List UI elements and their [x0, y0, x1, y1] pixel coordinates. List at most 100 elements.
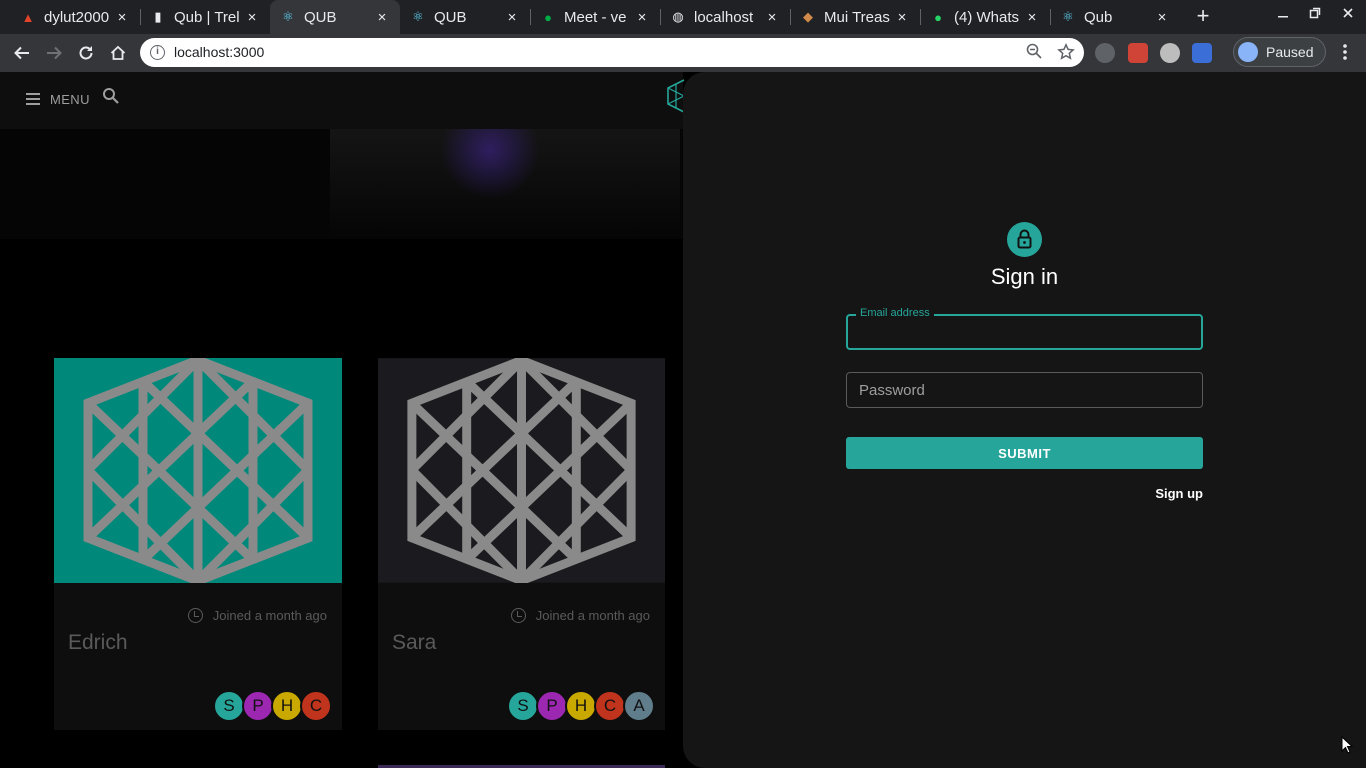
- browser-menu-button[interactable]: [1335, 41, 1355, 65]
- member-avatar[interactable]: H: [565, 690, 597, 722]
- tab-close-button[interactable]: ×: [242, 9, 262, 26]
- email-field[interactable]: Email address: [846, 307, 1203, 350]
- browser-tab[interactable]: ◍ localhost ×: [660, 0, 790, 34]
- profile-avatar-icon: [1238, 42, 1258, 62]
- mouse-cursor-icon: [1341, 736, 1353, 754]
- meet-icon: ●: [544, 9, 552, 25]
- extension-1-icon[interactable]: [1095, 43, 1115, 63]
- tab-title: Qub: [1084, 8, 1113, 26]
- restore-window-button[interactable]: [1303, 6, 1327, 22]
- lock-icon: [1017, 229, 1032, 249]
- app-bar: MENU: [0, 72, 685, 129]
- tab-title: QUB: [304, 8, 337, 26]
- member-card[interactable]: Joined a month ago Sara ACHPS: [378, 358, 665, 730]
- member-avatar[interactable]: A: [623, 690, 655, 722]
- hamburger-icon: [26, 90, 40, 108]
- browser-tab[interactable]: ◆ Mui Treas ×: [790, 0, 920, 34]
- close-icon: [1343, 8, 1353, 18]
- app-page: MENU Joined a month ago Edrich C H P S J…: [0, 72, 1366, 768]
- tab-close-button[interactable]: ×: [762, 9, 782, 26]
- browser-tab[interactable]: ● (4) Whats ×: [920, 0, 1050, 34]
- signin-title: Sign in: [990, 264, 1059, 289]
- close-window-button[interactable]: [1336, 6, 1360, 22]
- mui-icon: ◆: [803, 9, 813, 24]
- tab-title: QUB: [434, 8, 467, 26]
- member-avatar[interactable]: S: [213, 690, 245, 722]
- avatar-group: ACHPS: [507, 690, 655, 722]
- menu-button[interactable]: MENU: [26, 88, 90, 110]
- joined-text: Joined a month ago: [212, 608, 327, 623]
- tab-separator: [530, 9, 531, 25]
- reload-button[interactable]: [74, 41, 98, 65]
- menu-label: MENU: [50, 91, 90, 107]
- browser-tab[interactable]: ▲ dylut2000 ×: [10, 0, 140, 34]
- browser-tab[interactable]: ▮ Qub | Trel ×: [140, 0, 270, 34]
- member-avatar[interactable]: P: [242, 690, 274, 722]
- extension-3-icon[interactable]: [1160, 43, 1180, 63]
- arrow-right-icon: [47, 46, 62, 60]
- member-avatar[interactable]: C: [300, 690, 332, 722]
- back-button[interactable]: [10, 41, 34, 65]
- react-icon: ⚛: [1062, 9, 1074, 24]
- browser-tab[interactable]: ⚛ Qub ×: [1050, 0, 1180, 34]
- password-field[interactable]: [846, 372, 1203, 408]
- member-name: Sara: [392, 631, 437, 654]
- browser-tab[interactable]: ⚛ QUB ×: [400, 0, 530, 34]
- tab-close-button[interactable]: ×: [502, 9, 522, 26]
- tab-separator: [660, 9, 661, 25]
- tab-close-button[interactable]: ×: [1152, 9, 1172, 26]
- zoom-icon[interactable]: [1026, 43, 1042, 63]
- home-icon: [110, 45, 126, 60]
- globe-icon: ◍: [672, 9, 684, 24]
- browser-tab[interactable]: ● Meet - ve ×: [530, 0, 660, 34]
- member-avatar[interactable]: H: [271, 690, 303, 722]
- member-card[interactable]: Joined a month ago Edrich CHPS: [54, 358, 342, 730]
- member-name: Edrich: [68, 631, 128, 654]
- profile-button[interactable]: Paused: [1233, 37, 1326, 67]
- joined-info: Joined a month ago: [510, 608, 650, 623]
- tab-title: localhost: [694, 8, 754, 26]
- search-button[interactable]: [102, 87, 122, 107]
- react-icon: ⚛: [412, 9, 424, 24]
- avatar-group: CHPS: [213, 690, 332, 722]
- minimize-window-button[interactable]: [1271, 6, 1295, 22]
- home-button[interactable]: [106, 41, 130, 65]
- submit-button[interactable]: SUBMIT: [846, 437, 1203, 469]
- browser-tab[interactable]: ⚛ QUB ×: [270, 0, 400, 34]
- tab-close-button[interactable]: ×: [372, 9, 392, 26]
- tab-title: (4) Whats: [954, 8, 1020, 26]
- trello-icon: ▮: [154, 9, 162, 24]
- card-logo-image: [54, 358, 342, 583]
- joined-text: Joined a month ago: [535, 608, 650, 623]
- card-logo-image: [378, 358, 665, 583]
- password-input[interactable]: [847, 373, 1202, 407]
- member-avatar[interactable]: S: [507, 690, 539, 722]
- member-avatar[interactable]: C: [594, 690, 626, 722]
- address-bar[interactable]: i localhost:3000: [140, 38, 1084, 67]
- email-label: Email address: [856, 307, 934, 319]
- hero-banner: [0, 129, 683, 239]
- member-avatar[interactable]: P: [536, 690, 568, 722]
- site-info-icon[interactable]: i: [150, 45, 165, 60]
- lock-avatar: [1007, 222, 1042, 257]
- extension-2-icon[interactable]: [1128, 43, 1148, 63]
- tab-close-button[interactable]: ×: [892, 9, 912, 26]
- tab-close-button[interactable]: ×: [112, 9, 132, 26]
- extension-js-icon[interactable]: [1192, 43, 1212, 63]
- tab-title: Mui Treas: [824, 8, 890, 26]
- tab-close-button[interactable]: ×: [632, 9, 652, 26]
- signup-link[interactable]: Sign up: [1155, 486, 1203, 501]
- forward-button[interactable]: [42, 41, 66, 65]
- tab-separator: [790, 9, 791, 25]
- clock-icon: [510, 608, 526, 623]
- reload-icon: [79, 46, 93, 60]
- arrow-left-icon: [14, 46, 29, 60]
- tab-title: dylut2000: [44, 8, 110, 26]
- bookmark-star-icon[interactable]: [1057, 41, 1075, 66]
- gitlab-icon: ▲: [21, 9, 35, 25]
- new-tab-button[interactable]: +: [1191, 5, 1215, 29]
- signin-drawer: Sign in Email address SUBMIT Sign up: [683, 72, 1366, 768]
- profile-status: Paused: [1266, 44, 1314, 60]
- tab-close-button[interactable]: ×: [1022, 9, 1042, 26]
- email-input[interactable]: [848, 316, 1201, 348]
